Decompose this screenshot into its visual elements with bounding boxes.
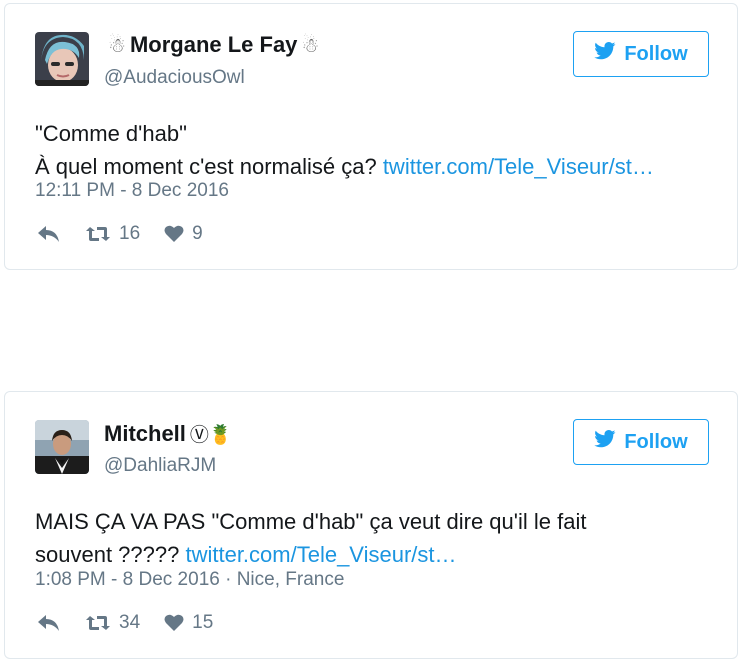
tweet-actions: 16 9 [37, 223, 227, 245]
reply-icon [37, 225, 61, 243]
vegan-pineapple-emoji: Ⓥ🍍 [189, 425, 233, 446]
tweet-link[interactable]: twitter.com/Tele_Viseur/st… [383, 154, 654, 179]
user-handle[interactable]: @AudaciousOwl [104, 67, 245, 89]
reply-button[interactable] [37, 614, 61, 632]
retweet-icon [85, 614, 111, 632]
display-name[interactable]: Morgane Le Fay [130, 32, 297, 58]
display-name[interactable]: Mitchell [104, 421, 186, 447]
tweet-text-line: "Comme d'hab" [35, 121, 187, 146]
retweet-button[interactable]: 34 [85, 612, 140, 634]
user-name-row[interactable]: ☃ Morgane Le Fay ☃ [104, 32, 323, 58]
follow-button[interactable]: Follow [573, 419, 709, 465]
like-count: 9 [192, 223, 203, 244]
follow-label: Follow [624, 42, 688, 65]
tweet-text-line: MAIS ÇA VA PAS "Comme d'hab" ça veut dir… [35, 509, 587, 534]
tweet-text: "Comme d'hab" À quel moment c'est normal… [35, 117, 715, 183]
avatar[interactable] [35, 420, 89, 474]
tweet-text-line: À quel moment c'est normalisé ça? twitte… [35, 150, 715, 183]
twitter-bird-icon [594, 42, 616, 66]
retweet-count: 16 [119, 223, 141, 244]
retweet-button[interactable]: 16 [85, 223, 140, 245]
avatar[interactable] [35, 32, 89, 86]
like-button[interactable]: 9 [164, 223, 203, 245]
tweet-card: ☃ Morgane Le Fay ☃ @AudaciousOwl Follow … [4, 3, 738, 270]
tweet-card: Mitchell Ⓥ🍍 @DahliaRJM Follow MAIS ÇA VA… [4, 391, 738, 659]
follow-button[interactable]: Follow [573, 31, 709, 77]
tweet-timestamp[interactable]: 1:08 PM - 8 Dec 2016 · Nice, France [35, 569, 344, 591]
user-handle[interactable]: @DahliaRJM [104, 455, 216, 477]
tweet-timestamp[interactable]: 12:11 PM - 8 Dec 2016 [35, 180, 229, 202]
user-name-row[interactable]: Mitchell Ⓥ🍍 [104, 420, 237, 447]
tweet-text: MAIS ÇA VA PAS "Comme d'hab" ça veut dir… [35, 505, 715, 571]
reply-icon [37, 614, 61, 632]
twitter-bird-icon [594, 430, 616, 454]
tweet-text-line: souvent ????? twitter.com/Tele_Viseur/st… [35, 538, 715, 571]
heart-icon [164, 614, 184, 632]
retweet-count: 34 [119, 612, 141, 633]
retweet-icon [85, 225, 111, 243]
snowman-emoji: ☃ [301, 34, 320, 57]
follow-label: Follow [624, 430, 688, 453]
like-button[interactable]: 15 [164, 612, 213, 634]
tweet-text-fragment: À quel moment c'est normalisé ça? [35, 154, 383, 179]
heart-icon [164, 225, 184, 243]
tweet-text-fragment: souvent ????? [35, 542, 186, 567]
tweet-link[interactable]: twitter.com/Tele_Viseur/st… [185, 542, 456, 567]
snowman-emoji: ☃ [108, 34, 126, 57]
tweet-actions: 34 15 [37, 612, 237, 634]
reply-button[interactable] [37, 225, 61, 243]
like-count: 15 [192, 612, 214, 633]
